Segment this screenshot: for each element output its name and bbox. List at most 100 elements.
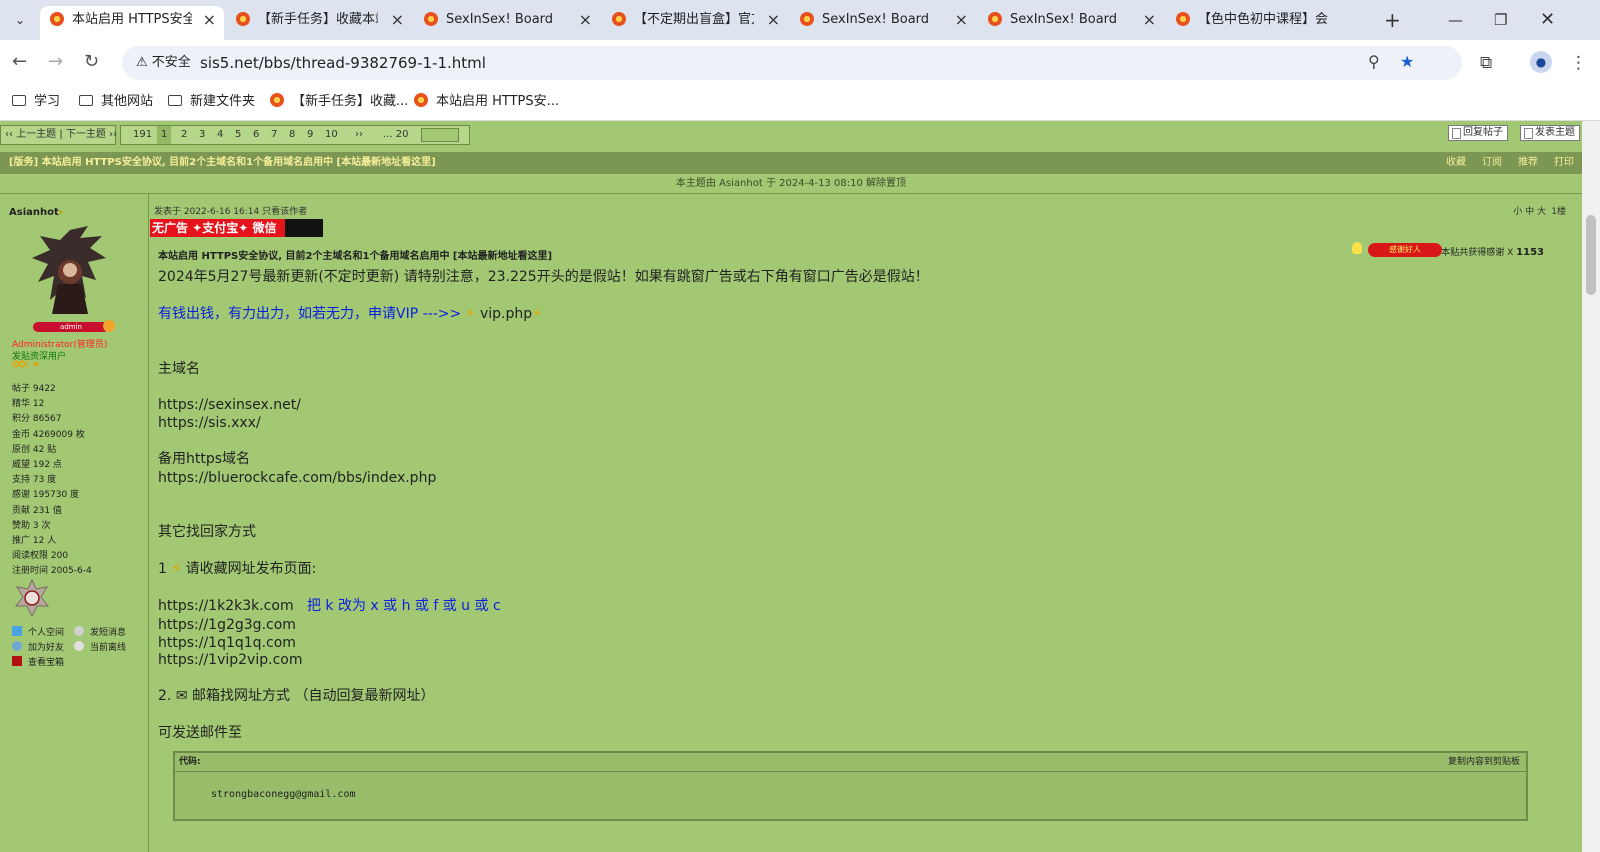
thread-title: [版务] 本站启用 HTTPS安全协议, 目前2个主域名和1个备用域名启用中 [… xyxy=(9,157,436,168)
restore-icon[interactable]: ❐ xyxy=(1494,8,1507,32)
site-favicon xyxy=(414,93,428,107)
tab-2[interactable]: 【新手任务】收藏本站 × xyxy=(226,6,412,40)
tab-title: SexInSex! Board xyxy=(822,12,930,27)
profile-avatar[interactable]: ● xyxy=(1530,51,1552,73)
tab-6[interactable]: SexInSex! Board × xyxy=(978,6,1164,40)
print-link[interactable]: 打印 xyxy=(1554,152,1574,174)
extensions-icon[interactable]: ⧉ xyxy=(1480,53,1492,73)
reload-icon[interactable]: ↻ xyxy=(84,52,99,72)
new-tab-button[interactable]: + xyxy=(1384,8,1401,32)
post-link[interactable]: https://1g2g3g.com xyxy=(158,616,296,634)
thanks-badge: 感谢好人 xyxy=(1368,243,1442,257)
post-line: 1 ⚡ 请收藏网址发布页面: xyxy=(158,560,316,578)
page-jump-input[interactable] xyxy=(421,128,459,142)
close-icon[interactable]: × xyxy=(579,6,592,34)
warning-icon: ⚠ xyxy=(136,55,148,70)
ad-banner[interactable]: 无广告 ✦支付宝✦ 微信 xyxy=(150,219,323,237)
bolt-icon: ⚡ xyxy=(465,306,476,322)
post-line: 2024年5月27号最新更新(不定时更新) 请特别注意，23.225开头的是假站… xyxy=(158,269,929,285)
bookmark-item[interactable]: 本站启用 HTTPS安... xyxy=(414,91,559,113)
new-thread-button[interactable]: 发表主题 xyxy=(1520,125,1580,141)
post-link[interactable]: https://1k2k3k.com xyxy=(158,598,294,614)
post-link[interactable]: https://bluerockcafe.com/bbs/index.php xyxy=(158,469,436,487)
last-page-link[interactable]: ... 20 xyxy=(383,126,408,144)
message-link[interactable]: 发短消息 xyxy=(74,626,126,640)
tab-title: 【新手任务】收藏本站 xyxy=(258,12,378,27)
site-favicon xyxy=(612,12,626,26)
vip-url[interactable]: vip.php xyxy=(480,306,532,322)
code-content[interactable]: strongbaconegg@gmail.com xyxy=(211,789,356,800)
profile-link[interactable]: 个人空间 xyxy=(12,626,64,640)
page-link[interactable]: 6 xyxy=(253,126,259,144)
page-link[interactable]: 1 xyxy=(157,126,172,144)
page-link[interactable]: 2 xyxy=(181,126,187,144)
scrollbar[interactable] xyxy=(1582,121,1600,852)
link-label: 发短消息 xyxy=(90,628,127,638)
bookmark-label: 其他网站 xyxy=(101,94,154,109)
tab-5[interactable]: SexInSex! Board × xyxy=(790,6,976,40)
subscribe-link[interactable]: 订阅 xyxy=(1482,152,1502,174)
url-text[interactable]: sis5.net/bbs/thread-9382769-1-1.html xyxy=(200,46,486,80)
back-icon[interactable]: ← xyxy=(12,52,27,72)
bookmark-item[interactable]: 新建文件夹 xyxy=(168,91,255,113)
forward-icon[interactable]: → xyxy=(48,52,63,72)
stat-posts: 帖子 9422 xyxy=(12,384,56,394)
next-page-link[interactable]: ›› xyxy=(355,126,363,144)
bookmark-item[interactable]: 其他网站 xyxy=(79,91,153,113)
reply-button[interactable]: 回复帖子 xyxy=(1448,125,1508,141)
close-icon[interactable]: × xyxy=(955,6,968,34)
folder-icon xyxy=(168,95,182,106)
scrollbar-thumb[interactable] xyxy=(1586,215,1596,295)
tab-3[interactable]: SexInSex! Board × xyxy=(414,6,600,40)
post-link[interactable]: https://1vip2vip.com xyxy=(158,651,302,669)
page-link[interactable]: 8 xyxy=(289,126,295,144)
home-icon xyxy=(12,626,22,636)
post-link[interactable]: https://1q1q1q.com xyxy=(158,634,296,652)
total-count: 191 xyxy=(133,129,153,140)
page-link[interactable]: 9 xyxy=(307,126,313,144)
menu-icon[interactable]: ⋮ xyxy=(1570,53,1587,73)
recommend-link[interactable]: 推荐 xyxy=(1518,152,1538,174)
post-link[interactable]: https://sexinsex.net/ xyxy=(158,396,301,414)
favorite-link[interactable]: 收藏 xyxy=(1446,152,1466,174)
page-link[interactable]: 3 xyxy=(199,126,205,144)
envelope-icon: ✉ xyxy=(175,688,188,704)
copy-code-link[interactable]: 复制内容到剪贴板 xyxy=(1448,753,1520,771)
add-friend-link[interactable]: 加为好友 xyxy=(12,641,64,655)
close-icon[interactable]: × xyxy=(391,6,404,34)
close-window-icon[interactable]: ✕ xyxy=(1540,8,1555,32)
stat-promote: 推广 12 人 xyxy=(12,535,57,546)
author-name[interactable]: Asianhot▾ xyxy=(9,207,63,218)
address-bar[interactable]: ⚠ 不安全 sis5.net/bbs/thread-9382769-1-1.ht… xyxy=(122,46,1462,80)
bookmark-item[interactable]: 【新手任务】收藏... xyxy=(270,91,408,113)
tab-4[interactable]: 【不定期出盲盒】官方 × xyxy=(602,6,788,40)
vip-link[interactable]: 有钱出钱，有力出力，如若无力，申请VIP --->> xyxy=(158,306,461,322)
view-box-link[interactable]: 查看宝箱 xyxy=(12,656,64,670)
page-link[interactable]: 5 xyxy=(235,126,241,144)
close-icon[interactable]: × xyxy=(1143,6,1156,34)
minimize-icon[interactable]: — xyxy=(1448,8,1463,32)
post-link[interactable]: https://sis.xxx/ xyxy=(158,414,261,432)
page-link[interactable]: 10 xyxy=(325,126,338,144)
close-icon[interactable]: × xyxy=(203,6,216,34)
tab-1[interactable]: 本站启用 HTTPS安全协 × xyxy=(40,6,224,40)
bookmark-item[interactable]: 学习 xyxy=(12,91,60,113)
add-friend-icon xyxy=(12,641,22,651)
author-stats: 帖子 9422 精华 12 积分 86567 金币 4269009 枚 原创 4… xyxy=(12,382,92,579)
bookmark-label: 【新手任务】收藏... xyxy=(292,94,409,109)
font-size-switch[interactable]: 小 中 大 xyxy=(1513,204,1546,217)
page-link[interactable]: 7 xyxy=(271,126,277,144)
bookmark-label: 新建文件夹 xyxy=(190,94,256,109)
post-line: 主域名 xyxy=(158,361,200,377)
site-info-button[interactable]: ⚠ 不安全 xyxy=(128,50,199,76)
stat-sponsor: 赞助 3 次 xyxy=(12,520,51,531)
tab-title: SexInSex! Board xyxy=(446,12,554,27)
prev-next-thread[interactable]: ‹‹ 上一主题 | 下一主题 ›› xyxy=(0,125,117,145)
close-icon[interactable]: × xyxy=(767,6,780,34)
tab-search-button[interactable]: ⌄ xyxy=(8,8,32,32)
zoom-icon[interactable]: ⚲ xyxy=(1368,52,1380,71)
bookmark-star-icon[interactable]: ★ xyxy=(1400,52,1414,71)
thanks-number: 1153 xyxy=(1516,247,1544,258)
tab-7[interactable]: 【色中色初中课程】会 xyxy=(1166,6,1376,40)
page-link[interactable]: 4 xyxy=(217,126,223,144)
